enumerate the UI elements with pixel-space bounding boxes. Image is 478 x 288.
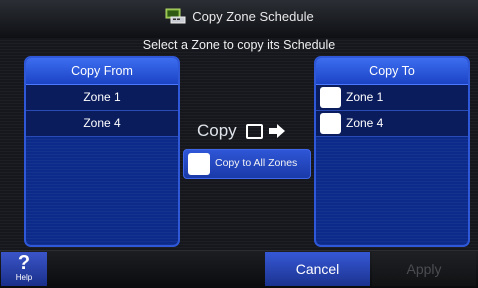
- cancel-button[interactable]: Cancel: [265, 252, 370, 286]
- copy-label: Copy: [197, 121, 237, 140]
- copy-to-zone-4[interactable]: Zone 4: [316, 111, 468, 137]
- copy-all-checkbox[interactable]: [188, 153, 210, 175]
- help-button[interactable]: ? Help: [1, 252, 47, 286]
- schedule-icon: [165, 8, 186, 24]
- copy-to-panel: Copy To Zone 1 Zone 4: [314, 56, 470, 247]
- instruction-text: Select a Zone to copy its Schedule: [142, 38, 336, 52]
- zone-1-checkbox[interactable]: [320, 87, 341, 108]
- arrow-right-icon: [268, 124, 285, 138]
- copy-to-zone-1-label: Zone 1: [346, 90, 384, 104]
- page-title-text: Copy Zone Schedule: [192, 8, 314, 24]
- apply-button[interactable]: Apply: [372, 252, 476, 286]
- copy-from-zone-1[interactable]: Zone 1: [26, 85, 178, 111]
- copy-from-heading: Copy From: [26, 58, 178, 85]
- copy-from-panel: Copy From Zone 1 Zone 4: [24, 56, 180, 247]
- help-label: Help: [15, 273, 33, 282]
- copy-to-all-zones-label: Copy to All Zones: [215, 157, 298, 169]
- copy-from-zone-4[interactable]: Zone 4: [26, 111, 178, 137]
- box-icon: [245, 123, 263, 139]
- help-icon: ?: [17, 252, 31, 274]
- zone-4-checkbox[interactable]: [320, 113, 341, 134]
- copy-to-all-zones-button[interactable]: Copy to All Zones: [183, 149, 311, 179]
- page-title: Copy Zone Schedule: [0, 7, 478, 25]
- copy-to-heading: Copy To: [316, 58, 468, 85]
- copy-to-zone-1[interactable]: Zone 1: [316, 85, 468, 111]
- copy-indicator: Copy: [197, 121, 285, 141]
- copy-to-zone-4-label: Zone 4: [346, 116, 384, 130]
- copy-zone-schedule-screen: Copy Zone Schedule Select a Zone to copy…: [0, 0, 478, 288]
